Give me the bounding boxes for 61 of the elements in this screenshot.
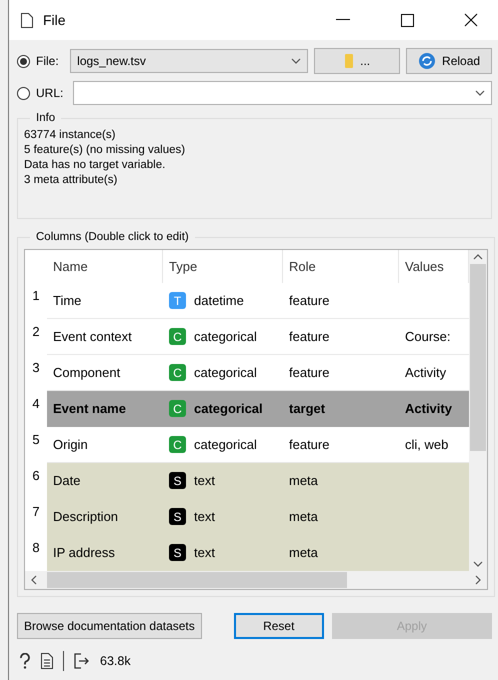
type-label: categorical [194,329,257,344]
folder-icon [344,54,354,68]
info-line: Data has no target variable. [24,158,166,173]
table-cell[interactable]: Date [47,463,163,499]
document-icon [21,12,33,28]
radio-label: URL: [36,86,64,100]
table-cell: Activity [399,391,469,427]
table-cell: target [283,391,399,427]
maximize-icon[interactable] [400,14,414,26]
table-cell: meta [283,463,399,499]
table-cell: feature [283,319,399,355]
type-icon: S [169,472,186,489]
reload-button[interactable]: Reload [406,48,492,74]
table-cell[interactable]: Time [47,283,163,319]
close-icon[interactable] [464,13,478,27]
url-field[interactable] [73,81,492,105]
table-cell: feature [283,283,399,319]
info-line: 3 meta attribute(s) [24,173,118,188]
type-label: categorical [194,365,257,380]
type-label: text [194,473,215,488]
table-cell[interactable]: IP address [47,535,163,571]
window-title: File [43,12,67,28]
table-cell[interactable]: Event name [47,391,163,427]
type-label: categorical [194,437,257,452]
radio-button[interactable] [17,54,30,68]
radio-label: File: [36,54,59,68]
table-cell: meta [283,499,399,535]
document-icon[interactable] [41,653,53,669]
table-cell[interactable]: Description [47,499,163,535]
help-icon[interactable] [19,653,31,669]
minimize-icon[interactable] [336,19,350,21]
radio-button[interactable] [17,86,30,100]
file-dropdown[interactable]: logs_new.tsv [70,49,308,73]
table-cell[interactable]: Event context [47,319,163,355]
type-icon: T [169,292,186,309]
refresh-icon [418,52,436,70]
type-icon: S [169,544,186,561]
info-line: 5 feature(s) (no missing values) [24,143,186,158]
type-icon: S [169,508,186,525]
type-label: datetime [194,293,244,308]
output-size: 63.8k [100,654,131,668]
action-button[interactable]: Reset [234,613,324,639]
type-icon: C [169,400,186,417]
scroll-up-icon[interactable] [473,254,483,260]
browse-button[interactable]: ... [314,48,400,74]
type-label: categorical [194,401,263,416]
scroll-left-icon[interactable] [31,575,37,585]
vertical-scrollbar[interactable] [469,250,487,571]
group-title: Info [35,112,56,124]
type-icon: C [169,328,186,345]
type-label: text [194,545,215,560]
table-cell: meta [283,535,399,571]
type-label: text [194,509,215,524]
action-button[interactable]: Browse documentation datasets [17,613,202,639]
output-icon [74,653,90,669]
info-line: 63774 instance(s) [24,128,116,143]
type-icon: C [169,436,186,453]
group-title: Columns (Double click to edit) [35,231,190,243]
scroll-right-icon[interactable] [475,575,481,585]
horizontal-scrollbar[interactable] [25,571,487,589]
type-icon: C [169,364,186,381]
